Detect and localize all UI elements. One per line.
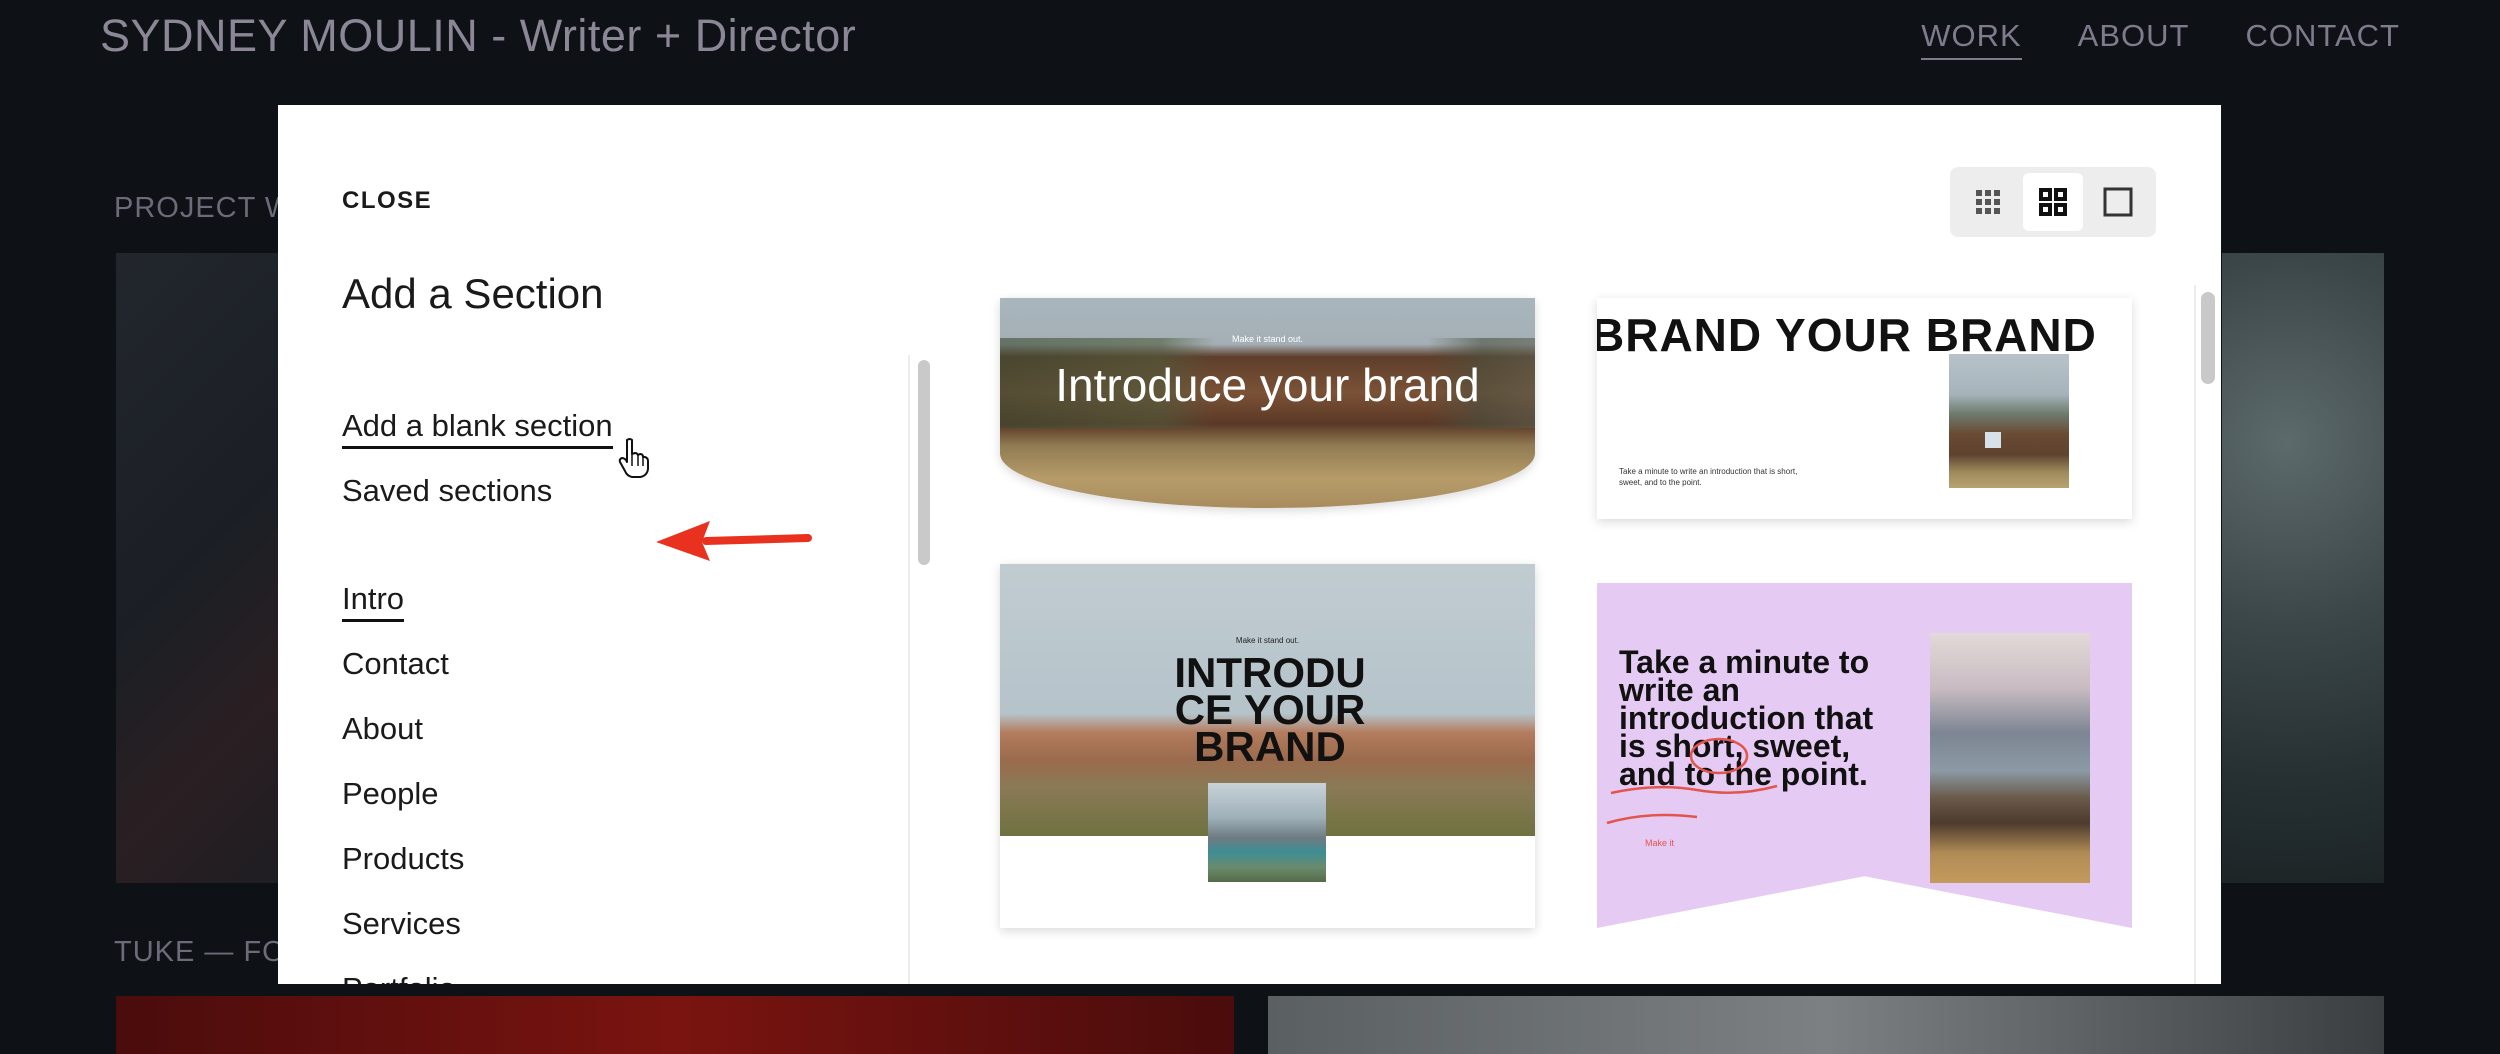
- close-button[interactable]: CLOSE: [342, 187, 432, 215]
- left-panel-divider: [908, 355, 910, 984]
- card-tag: Make it stand out.: [1235, 636, 1300, 645]
- second-image[interactable]: [1268, 996, 2384, 1054]
- main-nav: WORK ABOUT CONTACT: [1921, 18, 2400, 60]
- card-body-text: Take a minute to write an introduction t…: [1619, 467, 1798, 487]
- nav-contact[interactable]: CONTACT: [2245, 18, 2400, 60]
- grid-small-icon: [1976, 190, 2001, 214]
- grid-large-icon: [2038, 188, 2067, 216]
- section-template-intro-1[interactable]: Make it stand out. Introduce your brand: [1000, 298, 1535, 508]
- project-label: PROJECT W: [114, 192, 294, 224]
- add-section-modal: CLOSE Add a Section Add a blank section …: [278, 105, 2221, 984]
- single-view-button[interactable]: [2088, 173, 2148, 231]
- grid-small-view-button[interactable]: [1958, 173, 2018, 231]
- section-template-intro-3[interactable]: Make it stand out. INTRODUCE YOUR BRAND: [1000, 564, 1535, 928]
- category-portfolio[interactable]: Portfolio: [342, 971, 456, 984]
- right-scroll-track: [2194, 285, 2196, 984]
- single-view-icon: [2103, 187, 2133, 217]
- category-services[interactable]: Services: [342, 906, 461, 942]
- category-products[interactable]: Products: [342, 841, 464, 877]
- saved-sections-link[interactable]: Saved sections: [342, 473, 552, 509]
- card-tag: Make it stand out.: [1231, 334, 1304, 344]
- add-blank-section-link[interactable]: Add a blank section: [342, 408, 613, 449]
- category-intro[interactable]: Intro: [342, 581, 405, 622]
- site-title[interactable]: SYDNEY MOULIN - Writer + Director: [100, 10, 856, 62]
- left-scrollbar[interactable]: [918, 360, 930, 565]
- category-people[interactable]: People: [342, 776, 439, 812]
- category-about[interactable]: About: [342, 711, 423, 747]
- section-template-intro-2[interactable]: BRAND YOUR BRAND Take a minute to write …: [1597, 298, 2132, 519]
- scribble-annotation-icon: [1606, 737, 1778, 825]
- cabin-window: [1985, 432, 2001, 448]
- arrow-icon: [656, 521, 812, 561]
- project-image-right[interactable]: [2222, 253, 2384, 883]
- right-scrollbar[interactable]: [2201, 292, 2215, 384]
- card-headline: Introduce your brand: [1055, 359, 1480, 411]
- tuke-label: TUKE — FOF: [114, 936, 305, 968]
- card-headline: INTRODUCE YOUR BRAND: [1174, 649, 1366, 770]
- hand-cursor-icon: [618, 438, 649, 478]
- category-contact[interactable]: Contact: [342, 646, 449, 682]
- nav-about[interactable]: ABOUT: [2078, 18, 2190, 60]
- lake-photo: [1208, 783, 1326, 882]
- modal-title: Add a Section: [342, 270, 604, 317]
- view-toggle: [1950, 167, 2156, 237]
- nav-work[interactable]: WORK: [1921, 18, 2022, 60]
- section-template-intro-4[interactable]: Take a minute to write an introduction t…: [1597, 583, 2132, 928]
- grid-large-view-button[interactable]: [2022, 173, 2083, 231]
- tuke-image[interactable]: [116, 996, 1234, 1054]
- cabin-photo: [1949, 354, 2069, 488]
